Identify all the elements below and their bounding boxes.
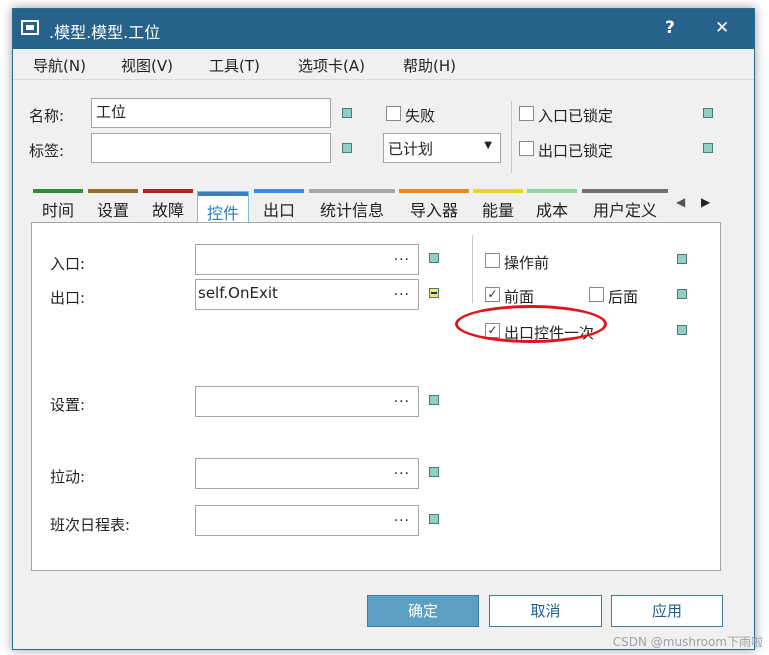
window-icon xyxy=(21,20,39,35)
tab-scroll-right-icon[interactable]: ▶ xyxy=(701,195,710,209)
setup-field[interactable]: ... xyxy=(195,386,419,417)
panel-divider xyxy=(472,235,473,303)
state-value: 已计划 xyxy=(388,140,434,158)
window-title: .模型.模型.工位 xyxy=(49,23,161,42)
menu-help[interactable]: 帮助(H) xyxy=(403,55,456,76)
tag-label: 标签: xyxy=(29,142,65,160)
red-highlight-ellipse xyxy=(455,305,607,343)
watermark: CSDN @mushroom下雨啦 xyxy=(612,635,763,649)
header-divider xyxy=(511,101,512,173)
entrance-field[interactable]: ... xyxy=(195,244,419,275)
failure-label: 失败 xyxy=(405,107,436,125)
tab-failures[interactable]: 故障 xyxy=(143,189,193,221)
cancel-button[interactable]: 取消 xyxy=(489,595,602,627)
help-button[interactable]: ? xyxy=(665,18,675,38)
entrance-browse-button[interactable]: ... xyxy=(394,248,410,264)
name-label: 名称: xyxy=(29,107,65,125)
before-actions-label: 操作前 xyxy=(504,254,550,272)
entrance-locked-attr-icon[interactable] xyxy=(703,108,713,118)
front-attr-icon[interactable] xyxy=(677,289,687,299)
tab-statistics[interactable]: 统计信息 xyxy=(309,189,395,221)
setup-label: 设置: xyxy=(50,396,86,414)
menu-navigate[interactable]: 导航(N) xyxy=(33,55,86,76)
pull-attr-icon[interactable] xyxy=(429,467,439,477)
entrance-locked-label: 入口已锁定 xyxy=(538,107,614,125)
pull-field[interactable]: ... xyxy=(195,458,419,489)
exit-locked-checkbox[interactable] xyxy=(519,141,534,156)
apply-button[interactable]: 应用 xyxy=(611,595,723,627)
state-select[interactable]: 已计划 ▼ xyxy=(383,133,501,163)
dialog-window: .模型.模型.工位 ? ✕ 导航(N) 视图(V) 工具(T) 选项卡(A) 帮… xyxy=(12,8,755,650)
menu-bar: 导航(N) 视图(V) 工具(T) 选项卡(A) 帮助(H) xyxy=(13,49,754,80)
before-actions-checkbox[interactable] xyxy=(485,253,500,268)
close-button[interactable]: ✕ xyxy=(715,18,729,38)
entrance-label: 入口: xyxy=(50,255,86,273)
exit-attr-icon[interactable] xyxy=(429,288,439,298)
pull-label: 拉动: xyxy=(50,468,86,486)
rear-label: 后面 xyxy=(608,288,639,306)
before-actions-attr-icon[interactable] xyxy=(677,254,687,264)
setup-browse-button[interactable]: ... xyxy=(394,390,410,406)
shift-calendar-field[interactable]: ... xyxy=(195,505,419,536)
exit-locked-attr-icon[interactable] xyxy=(703,143,713,153)
tag-field[interactable] xyxy=(91,133,331,163)
entrance-locked-checkbox[interactable] xyxy=(519,106,534,121)
exit-locked-label: 出口已锁定 xyxy=(538,142,614,160)
title-bar: .模型.模型.工位 ? ✕ xyxy=(13,9,754,49)
controls-panel: 入口: ... 出口: self.OnExit ... 设置: ... 拉动: … xyxy=(31,222,721,571)
name-attr-icon[interactable] xyxy=(342,108,352,118)
tag-attr-icon[interactable] xyxy=(342,143,352,153)
rear-checkbox[interactable] xyxy=(589,287,604,302)
exit-browse-button[interactable]: ... xyxy=(394,283,410,299)
chevron-down-icon: ▼ xyxy=(484,140,492,151)
tab-cost[interactable]: 成本 xyxy=(527,189,577,221)
exit-field[interactable]: self.OnExit ... xyxy=(195,279,419,310)
setup-attr-icon[interactable] xyxy=(429,395,439,405)
tab-energy[interactable]: 能量 xyxy=(473,189,523,221)
ok-button[interactable]: 确定 xyxy=(367,595,479,627)
entrance-attr-icon[interactable] xyxy=(429,253,439,263)
tab-controls[interactable]: 控件 xyxy=(197,191,249,225)
exit-once-attr-icon[interactable] xyxy=(677,325,687,335)
pull-browse-button[interactable]: ... xyxy=(394,462,410,478)
tab-exit[interactable]: 出口 xyxy=(254,189,304,221)
shift-calendar-label: 班次日程表: xyxy=(50,516,131,534)
tab-time[interactable]: 时间 xyxy=(33,189,83,221)
exit-label: 出口: xyxy=(50,289,86,307)
menu-view[interactable]: 视图(V) xyxy=(121,55,173,76)
tab-user-defined[interactable]: 用户定义 xyxy=(582,189,668,221)
shift-calendar-browse-button[interactable]: ... xyxy=(394,509,410,525)
tab-scroll-left-icon[interactable]: ◀ xyxy=(676,195,685,209)
menu-tools[interactable]: 工具(T) xyxy=(209,55,260,76)
shift-calendar-attr-icon[interactable] xyxy=(429,514,439,524)
front-checkbox[interactable]: ✓ xyxy=(485,287,500,302)
tab-importer[interactable]: 导入器 xyxy=(399,189,469,221)
failure-checkbox[interactable] xyxy=(386,106,401,121)
name-field[interactable]: 工位 xyxy=(91,98,331,128)
menu-tabs[interactable]: 选项卡(A) xyxy=(298,55,365,76)
tab-setup[interactable]: 设置 xyxy=(88,189,138,221)
front-label: 前面 xyxy=(504,288,535,306)
